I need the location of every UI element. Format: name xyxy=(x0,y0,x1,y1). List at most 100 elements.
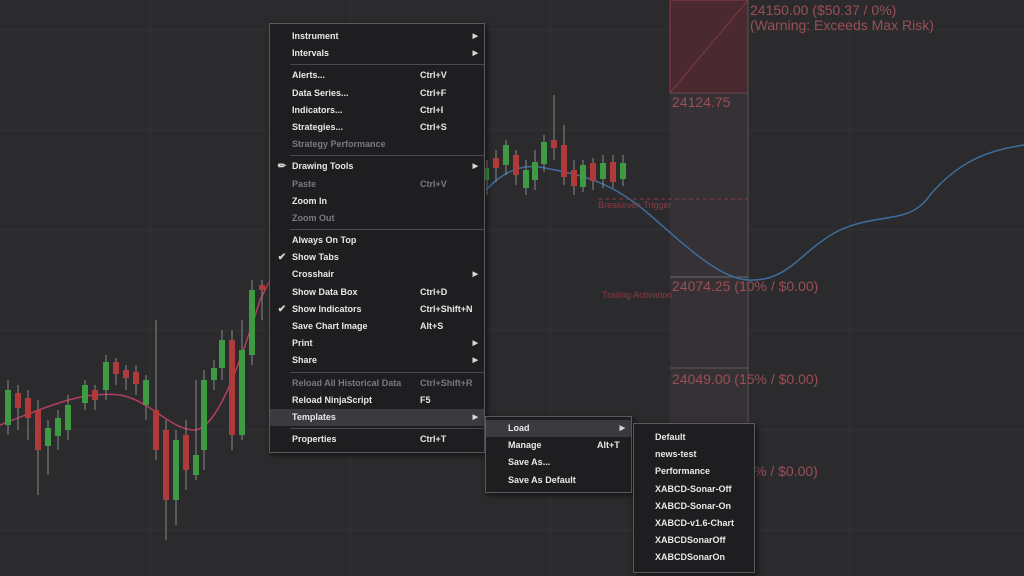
menu-item-crosshair[interactable]: Crosshair ▶ xyxy=(270,266,484,283)
menu-item-save-as[interactable]: Save As... xyxy=(486,454,631,471)
template-item-default[interactable]: Default xyxy=(634,429,754,446)
submenu-arrow-icon: ▶ xyxy=(472,33,478,40)
menu-item-show-tabs[interactable]: ✔ Show Tabs xyxy=(270,249,484,266)
menu-item-label: Properties xyxy=(292,434,337,445)
menu-item-show-data-box[interactable]: Show Data Box Ctrl+D xyxy=(270,284,484,301)
menu-item-label: Drawing Tools xyxy=(292,161,354,172)
moving-average-red xyxy=(0,264,281,431)
menu-item-label: Manage xyxy=(508,440,542,451)
menu-item-strategies[interactable]: Strategies... Ctrl+S xyxy=(270,119,484,136)
menu-item-label: Intervals xyxy=(292,48,330,59)
menu-item-label: Show Indicators xyxy=(292,303,362,314)
template-item-xabcdsonaron[interactable]: XABCDSonarOn xyxy=(634,549,754,566)
menu-item-zoom-out[interactable]: Zoom Out xyxy=(270,210,484,227)
menu-shortcut: Alt+T xyxy=(597,440,620,451)
menu-item-drawing-tools[interactable]: ✏ Drawing Tools ▶ xyxy=(270,158,484,175)
trailing-activation-label: Trailing Activation xyxy=(602,290,673,300)
template-item-news-test[interactable]: news-test xyxy=(634,446,754,463)
menu-item-label: Always On Top xyxy=(292,235,357,246)
menu-item-reload-historical[interactable]: Reload All Historical Data Ctrl+Shift+R xyxy=(270,375,484,392)
menu-item-properties[interactable]: Properties Ctrl+T xyxy=(270,431,484,448)
menu-shortcut: Ctrl+F xyxy=(420,87,447,98)
menu-item-templates[interactable]: Templates ▶ xyxy=(270,408,484,427)
menu-item-label: Paste xyxy=(292,178,317,189)
menu-item-label: Indicators... xyxy=(292,104,343,115)
menu-item-label: Crosshair xyxy=(292,269,335,280)
menu-item-intervals[interactable]: Intervals ▶ xyxy=(270,45,484,62)
menu-item-label: Alerts... xyxy=(292,70,326,81)
submenu-arrow-icon: ▶ xyxy=(472,340,478,348)
menu-item-label: Print xyxy=(292,338,313,349)
menu-separator xyxy=(290,64,484,66)
menu-item-load[interactable]: Load ▶ xyxy=(486,420,631,438)
menu-item-label: Zoom Out xyxy=(292,212,335,223)
menu-item-indicators[interactable]: Indicators... Ctrl+I xyxy=(270,102,484,119)
menu-separator xyxy=(290,371,484,373)
template-item-xabcdsonaroff[interactable]: XABCDSonarOff xyxy=(634,532,754,549)
menu-shortcut: Ctrl+S xyxy=(420,121,447,132)
menu-item-alerts[interactable]: Alerts... Ctrl+V xyxy=(270,67,484,84)
submenu-arrow-icon: ▶ xyxy=(472,271,478,279)
menu-item-always-on-top[interactable]: Always On Top xyxy=(270,232,484,249)
menu-shortcut: Ctrl+T xyxy=(420,434,447,445)
menu-item-zoom-in[interactable]: Zoom In xyxy=(270,193,484,210)
breakeven-trigger-label: Breakeven Trigger xyxy=(598,200,672,210)
menu-item-paste[interactable]: Paste Ctrl+V xyxy=(270,176,484,193)
menu-item-reload-ninjascript[interactable]: Reload NinjaScript F5 xyxy=(270,392,484,409)
menu-shortcut: Ctrl+Shift+N xyxy=(420,303,473,314)
menu-item-data-series[interactable]: Data Series... Ctrl+F xyxy=(270,85,484,102)
menu-item-save-as-default[interactable]: Save As Default xyxy=(486,472,631,489)
menu-item-label: Templates xyxy=(292,411,336,422)
candlesticks xyxy=(5,280,265,540)
menu-item-share[interactable]: Share ▶ xyxy=(270,352,484,369)
menu-shortcut: Ctrl+Shift+R xyxy=(420,377,473,388)
pencil-icon: ✏ xyxy=(277,161,287,173)
menu-item-manage[interactable]: Manage Alt+T xyxy=(486,437,631,454)
menu-item-label: Data Series... xyxy=(292,87,349,98)
template-item-xabcd-sonar-off[interactable]: XABCD-Sonar-Off xyxy=(634,481,754,498)
checkmark-icon: ✔ xyxy=(277,303,287,315)
candlesticks-right xyxy=(484,95,626,195)
menu-item-label: Load xyxy=(508,423,530,433)
checkmark-icon: ✔ xyxy=(277,252,287,264)
submenu-arrow-icon: ▶ xyxy=(472,50,478,58)
menu-item-instrument[interactable]: Instrument ▶ xyxy=(270,28,484,45)
load-template-submenu: Default news-test Performance XABCD-Sona… xyxy=(633,423,755,573)
menu-item-label: Share xyxy=(292,355,318,366)
menu-item-show-indicators[interactable]: ✔ Show Indicators Ctrl+Shift+N xyxy=(270,301,484,318)
menu-item-label: Show Data Box xyxy=(292,286,358,297)
menu-item-label: Save As... xyxy=(508,457,551,468)
menu-shortcut: Ctrl+V xyxy=(420,70,447,81)
chart-context-menu: Instrument ▶ Intervals ▶ Alerts... Ctrl+V D… xyxy=(269,23,485,454)
menu-separator xyxy=(290,155,484,157)
templates-submenu: Load ▶ Manage Alt+T Save As... Save As Def… xyxy=(485,416,632,493)
menu-shortcut: Ctrl+I xyxy=(420,104,444,115)
template-item-xabcd-sonar-on[interactable]: XABCD-Sonar-On xyxy=(634,498,754,515)
risk-warning-label: (Warning: Exceeds Max Risk) xyxy=(750,17,934,33)
menu-shortcut: F5 xyxy=(420,394,431,405)
menu-separator xyxy=(290,428,484,430)
template-item-xabcd-v16-chart[interactable]: XABCD-v1.6-Chart xyxy=(634,515,754,532)
menu-item-label: Save As Default xyxy=(508,474,576,485)
menu-item-label: Show Tabs xyxy=(292,252,339,263)
menu-item-label: Reload NinjaScript xyxy=(292,394,373,405)
menu-item-print[interactable]: Print ▶ xyxy=(270,335,484,352)
target3-label: % / $0.00) xyxy=(754,463,818,479)
target1-label: 24074.25 (10% / $0.00) xyxy=(672,278,819,294)
menu-shortcut: Alt+S xyxy=(420,321,444,331)
menu-item-label: Save Chart Image xyxy=(292,321,368,331)
stop-price-label: 24150.00 ($50.37 / 0%) xyxy=(750,2,897,18)
menu-item-label: Strategies... xyxy=(292,121,344,132)
menu-item-save-chart-image[interactable]: Save Chart Image Alt+S xyxy=(270,318,484,335)
risk-reward-zone[interactable] xyxy=(598,0,749,430)
menu-item-strategy-performance[interactable]: Strategy Performance xyxy=(270,136,484,153)
menu-item-label: Instrument xyxy=(292,31,339,41)
submenu-arrow-icon: ▶ xyxy=(472,163,478,171)
menu-item-label: Reload All Historical Data xyxy=(292,377,402,388)
target2-label: 24049.00 (15% / $0.00) xyxy=(672,371,819,387)
template-item-performance[interactable]: Performance xyxy=(634,463,754,480)
menu-item-label: Strategy Performance xyxy=(292,139,386,150)
menu-item-label: Zoom In xyxy=(292,195,327,206)
submenu-arrow-icon: ▶ xyxy=(472,357,478,365)
entry-price-label: 24124.75 xyxy=(672,94,731,110)
